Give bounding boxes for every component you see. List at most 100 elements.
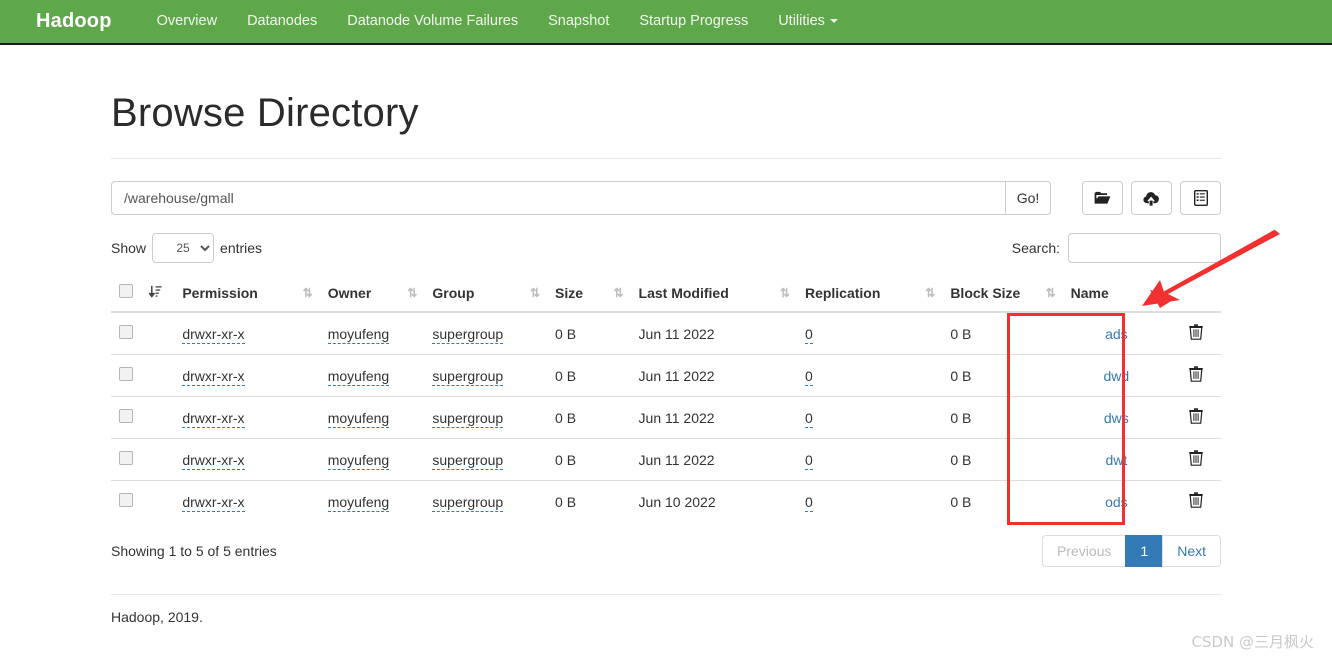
file-name-link[interactable]: dws — [1104, 410, 1129, 426]
nav-item-startup-progress[interactable]: Startup Progress — [624, 0, 763, 44]
owner-editable[interactable]: moyufeng — [327, 367, 390, 386]
files-table-body: drwxr-xr-x moyufeng supergroup 0 B Jun 1… — [111, 311, 1221, 522]
header-select-all[interactable] — [111, 275, 141, 313]
replication-editable[interactable]: 0 — [804, 325, 813, 344]
search-label: Search: — [1011, 240, 1060, 256]
entries-select[interactable]: 25 50 100 — [152, 233, 215, 263]
group-editable[interactable]: supergroup — [432, 451, 504, 470]
file-name-link[interactable]: ads — [1105, 326, 1128, 342]
group-editable[interactable]: supergroup — [432, 367, 504, 386]
permission-editable[interactable]: drwxr-xr-x — [182, 325, 245, 344]
row-spacer-cell — [141, 438, 175, 481]
folder-open-icon — [1094, 191, 1111, 206]
group-editable[interactable]: supergroup — [432, 493, 504, 512]
replication-editable[interactable]: 0 — [804, 493, 813, 512]
brand-hadoop[interactable]: Hadoop — [36, 10, 112, 33]
pagination-page-1[interactable]: 1 — [1125, 535, 1163, 567]
cell-last-modified: Jun 11 2022 — [630, 396, 797, 439]
pagination-previous[interactable]: Previous — [1041, 535, 1126, 567]
entries-label: entries — [220, 240, 263, 256]
cell-group: supergroup — [424, 311, 548, 355]
table-row[interactable]: drwxr-xr-x moyufeng supergroup 0 B Jun 1… — [111, 311, 1221, 355]
row-checkbox[interactable] — [119, 325, 133, 339]
row-select-cell[interactable] — [111, 438, 141, 481]
file-name-link[interactable]: dwd — [1104, 368, 1130, 384]
header-last-modified[interactable]: Last Modified ⇅ — [630, 275, 797, 313]
pagination-next[interactable]: Next — [1162, 535, 1221, 567]
cell-last-modified: Jun 10 2022 — [630, 480, 797, 522]
cell-permission: drwxr-xr-x — [174, 354, 320, 397]
header-replication[interactable]: Replication ⇅ — [796, 275, 943, 313]
delete-button[interactable] — [1188, 408, 1203, 424]
cut-paste-button[interactable] — [1180, 181, 1221, 215]
cell-size: 0 B — [547, 396, 631, 439]
delete-button[interactable] — [1188, 324, 1203, 340]
new-directory-button[interactable] — [1082, 181, 1123, 215]
sort-amount-desc-icon — [148, 285, 162, 301]
delete-button[interactable] — [1188, 450, 1203, 466]
header-owner[interactable]: Owner ⇅ — [319, 275, 425, 313]
table-row[interactable]: drwxr-xr-x moyufeng supergroup 0 B Jun 1… — [111, 396, 1221, 439]
select-all-checkbox[interactable] — [119, 284, 133, 298]
nav-links: Overview Datanodes Datanode Volume Failu… — [142, 0, 853, 44]
search-input[interactable] — [1068, 233, 1221, 263]
nav-item-datanodes[interactable]: Datanodes — [232, 0, 332, 44]
header-permission[interactable]: Permission ⇅ — [174, 275, 320, 313]
group-editable[interactable]: supergroup — [432, 325, 504, 344]
permission-editable[interactable]: drwxr-xr-x — [182, 493, 245, 512]
cell-replication: 0 — [796, 311, 943, 355]
row-checkbox[interactable] — [119, 409, 133, 423]
header-group[interactable]: Group ⇅ — [424, 275, 548, 313]
cell-group: supergroup — [424, 438, 548, 481]
header-group-label: Group — [432, 285, 475, 301]
permission-editable[interactable]: drwxr-xr-x — [182, 409, 245, 428]
row-select-cell[interactable] — [111, 311, 141, 355]
delete-button[interactable] — [1188, 492, 1203, 508]
file-name-link[interactable]: ods — [1105, 494, 1128, 510]
replication-editable[interactable]: 0 — [804, 409, 813, 428]
header-block-size[interactable]: Block Size ⇅ — [942, 275, 1063, 313]
row-select-cell[interactable] — [111, 480, 141, 522]
row-checkbox[interactable] — [119, 493, 133, 507]
cell-name: dwt — [1062, 438, 1171, 481]
upload-button[interactable] — [1131, 181, 1172, 215]
permission-editable[interactable]: drwxr-xr-x — [182, 451, 245, 470]
table-controls: Show 25 50 100 entries Search: — [111, 231, 1221, 265]
table-row[interactable]: drwxr-xr-x moyufeng supergroup 0 B Jun 1… — [111, 480, 1221, 522]
replication-editable[interactable]: 0 — [804, 367, 813, 386]
owner-editable[interactable]: moyufeng — [327, 325, 390, 344]
cell-size: 0 B — [547, 480, 631, 522]
permission-editable[interactable]: drwxr-xr-x — [182, 367, 245, 386]
nav-item-overview[interactable]: Overview — [142, 0, 232, 44]
nav-item-snapshot[interactable]: Snapshot — [533, 0, 624, 44]
header-name[interactable]: Name ⇅ — [1062, 275, 1171, 313]
header-actions — [1170, 275, 1221, 313]
table-row[interactable]: drwxr-xr-x moyufeng supergroup 0 B Jun 1… — [111, 354, 1221, 397]
file-name-link[interactable]: dwt — [1105, 452, 1127, 468]
group-editable[interactable]: supergroup — [432, 409, 504, 428]
go-button[interactable]: Go! — [1005, 181, 1051, 215]
row-select-cell[interactable] — [111, 354, 141, 397]
row-select-cell[interactable] — [111, 396, 141, 439]
cell-permission: drwxr-xr-x — [174, 311, 320, 355]
nav-item-datanode-volume-failures[interactable]: Datanode Volume Failures — [332, 0, 533, 44]
owner-editable[interactable]: moyufeng — [327, 409, 390, 428]
header-sort-amount[interactable] — [141, 275, 175, 313]
delete-button[interactable] — [1188, 366, 1203, 382]
cell-replication: 0 — [796, 354, 943, 397]
nav-item-utilities-label: Utilities — [778, 13, 825, 29]
cell-owner: moyufeng — [319, 438, 425, 481]
header-size[interactable]: Size ⇅ — [547, 275, 631, 313]
path-input[interactable] — [111, 181, 1005, 215]
row-checkbox[interactable] — [119, 451, 133, 465]
owner-editable[interactable]: moyufeng — [327, 451, 390, 470]
table-row[interactable]: drwxr-xr-x moyufeng supergroup 0 B Jun 1… — [111, 438, 1221, 481]
path-input-group: Go! — [111, 181, 1051, 215]
row-checkbox[interactable] — [119, 367, 133, 381]
path-bar-row: Go! — [111, 181, 1221, 215]
row-spacer-cell — [141, 354, 175, 397]
caret-down-icon — [829, 19, 838, 24]
nav-item-utilities[interactable]: Utilities — [763, 0, 853, 44]
owner-editable[interactable]: moyufeng — [327, 493, 390, 512]
replication-editable[interactable]: 0 — [804, 451, 813, 470]
